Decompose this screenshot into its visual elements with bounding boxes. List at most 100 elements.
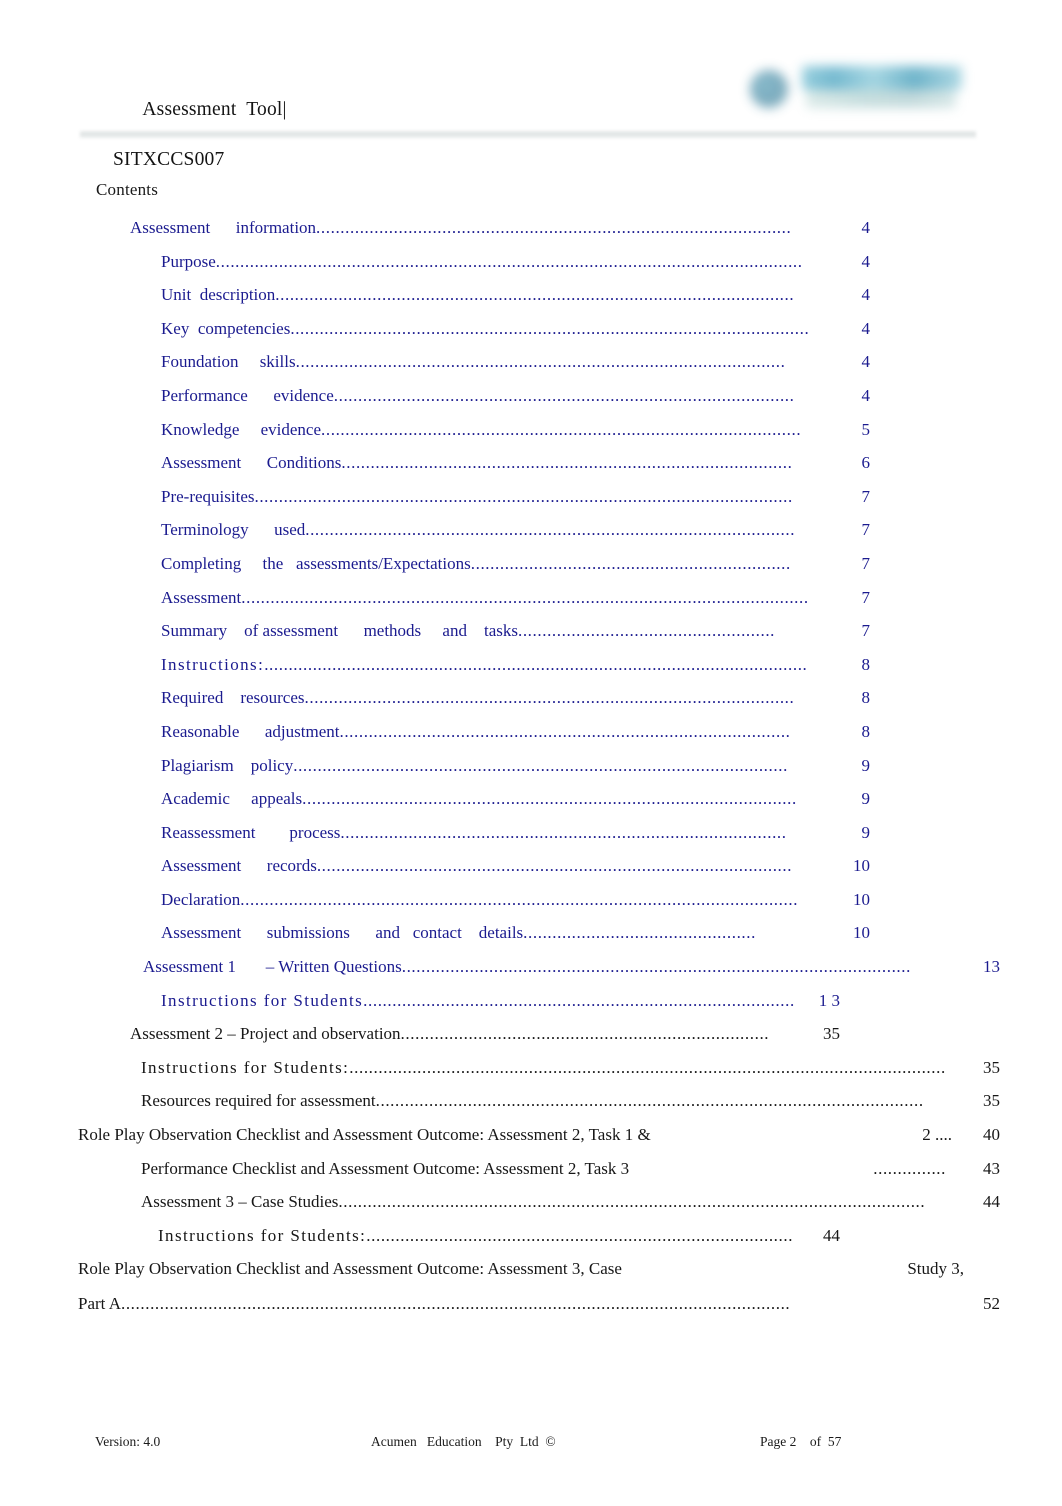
toc-entry-page-number: 35	[983, 1091, 1000, 1111]
table-of-contents: Assessment information..................…	[0, 218, 1062, 1328]
toc-leader-dots: ........................................…	[240, 889, 799, 909]
toc-entry-title: Assessment	[161, 587, 242, 607]
toc-entry[interactable]: Required resources......................…	[0, 688, 1062, 722]
toc-entry[interactable]: Assessment 3 – Case Studies.............…	[0, 1192, 1062, 1226]
toc-entry-title: Assessment 2 – Project and observation	[130, 1024, 401, 1044]
toc-entry-title: Purpose	[161, 251, 216, 271]
toc-entry[interactable]: Summary of assessment methods and tasks.…	[0, 621, 1062, 655]
toc-entry[interactable]: Assessment records......................…	[0, 856, 1062, 890]
toc-entry-page-number: 10	[853, 889, 870, 909]
toc-entry-title-cont: Part A	[78, 1294, 121, 1314]
toc-entry-page-number: 8	[861, 721, 871, 741]
toc-entry-title: Instructions for Students	[161, 990, 364, 1010]
toc-entry-page-number: 9	[861, 755, 871, 775]
toc-entry[interactable]: Role Play Observation Checklist and Asse…	[0, 1259, 1062, 1328]
toc-entry-page-number: 4	[861, 385, 871, 405]
toc-entry-page-number: 10	[853, 923, 870, 943]
footer-version: Version: 4.0	[95, 1434, 161, 1449]
toc-leader-dots: ........................................…	[341, 453, 793, 473]
toc-leader-dots: ........................................…	[375, 1091, 924, 1111]
toc-entry-title: Assessment Conditions	[161, 453, 342, 473]
toc-entry-title: Resources required for assessment	[141, 1091, 376, 1111]
toc-entry-title: Foundation skills	[161, 352, 296, 372]
toc-entry-page-number: 52	[983, 1294, 1000, 1314]
toc-entry[interactable]: Reassessment process....................…	[0, 823, 1062, 857]
toc-entry[interactable]: Purpose.................................…	[0, 252, 1062, 286]
toc-entry-page-number: 7	[861, 621, 871, 641]
toc-leader-dots: ........................................…	[264, 654, 808, 674]
toc-entry-title: Assessment information	[130, 218, 317, 237]
toc-entry-page-number: 10	[853, 856, 870, 876]
toc-entry-title: Summary of assessment methods and tasks	[161, 621, 518, 641]
toc-entry-title: Reassessment process	[161, 822, 341, 842]
document-header: Assessment Tool| SITXCCS007	[0, 0, 1062, 170]
toc-entry-title: Role Play Observation Checklist and Asse…	[78, 1259, 622, 1279]
toc-entry[interactable]: Performance Checklist and Assessment Out…	[0, 1159, 1062, 1193]
toc-leader-dots: ........................................…	[120, 1294, 791, 1314]
toc-entry-page-number: 13	[983, 957, 1000, 977]
toc-leader-dots: ........................................…	[321, 419, 802, 439]
toc-entry-title: Assessment submissions and contact detai…	[161, 923, 524, 943]
logo-mark-icon	[750, 70, 788, 108]
toc-entry-page-number: 40	[983, 1125, 1000, 1145]
toc-entry-page-number: 8	[861, 654, 871, 674]
header-title-line1: Assessment Tool|	[142, 99, 287, 120]
toc-leader-dots: ........................................…	[241, 587, 809, 607]
toc-entry-title: Reasonable adjustment	[161, 721, 340, 741]
toc-entry[interactable]: Pre-requisites..........................…	[0, 487, 1062, 521]
toc-entry[interactable]: Academic appeals........................…	[0, 789, 1062, 823]
toc-entry[interactable]: Foundation skills.......................…	[0, 352, 1062, 386]
toc-entry[interactable]: Instructions for Students:..............…	[0, 1058, 1062, 1092]
toc-leader-dots: ........................................…	[316, 218, 792, 237]
toc-entry-title: Academic appeals	[161, 789, 303, 809]
toc-entry[interactable]: Instructions for Students...............…	[0, 991, 1062, 1025]
toc-entry-page-number: 4	[861, 318, 871, 338]
toc-entry[interactable]: Assessment 2 – Project and observation..…	[0, 1024, 1062, 1058]
toc-entry[interactable]: Assessment submissions and contact detai…	[0, 923, 1062, 957]
toc-entry[interactable]: Assessment Conditions...................…	[0, 453, 1062, 487]
toc-entry[interactable]: Assessment..............................…	[0, 588, 1062, 622]
toc-entry-page-number: 43	[983, 1158, 1000, 1178]
toc-entry[interactable]: Assessment 1 – Written Questions........…	[0, 957, 1062, 991]
toc-entry[interactable]: Resources required for assessment.......…	[0, 1091, 1062, 1125]
toc-entry[interactable]: Performance evidence....................…	[0, 386, 1062, 420]
toc-entry[interactable]: Terminology used........................…	[0, 520, 1062, 554]
toc-entry-title: Performance evidence	[161, 385, 334, 405]
toc-entry[interactable]: Unit description........................…	[0, 285, 1062, 319]
toc-entry[interactable]: Reasonable adjustment...................…	[0, 722, 1062, 756]
company-logo-icon	[740, 60, 972, 118]
toc-entry[interactable]: Instructions:...........................…	[0, 655, 1062, 689]
toc-entry-title: Assessment 3 – Case Studies	[141, 1192, 339, 1212]
toc-leader-dots: ........................................…	[295, 352, 786, 372]
toc-leader-dots: ........................................…	[333, 385, 795, 405]
toc-entry[interactable]: Knowledge evidence......................…	[0, 420, 1062, 454]
toc-entry[interactable]: Key competencies........................…	[0, 319, 1062, 353]
toc-entry-page-number: 35	[983, 1057, 1000, 1077]
toc-entry[interactable]: Declaration.............................…	[0, 890, 1062, 924]
toc-entry-title: Instructions for Students:	[158, 1225, 367, 1245]
toc-leader-dots: ........................................…	[340, 822, 787, 842]
toc-entry[interactable]: Instructions for Students:..............…	[0, 1226, 1062, 1260]
footer-copyright: Acumen Education Pty Ltd ©	[371, 1434, 556, 1449]
toc-entry[interactable]: Assessment information..................…	[0, 218, 1062, 252]
document-footer: Version: 4.0 Acumen Education Pty Ltd © …	[0, 1434, 1062, 1464]
toc-leader-dots: ........................................…	[523, 923, 756, 943]
toc-entry-title: Terminology used	[161, 520, 306, 540]
toc-entry-page-number: 8	[861, 688, 871, 708]
toc-entry-tail: Study 3,	[907, 1259, 964, 1279]
contents-heading: Contents	[96, 180, 159, 199]
toc-entry-page-number: 44	[823, 1225, 840, 1245]
document-page: Assessment Tool| SITXCCS007 Contents Ass…	[0, 0, 1062, 1506]
toc-leader-dots: ........................................…	[304, 688, 795, 708]
toc-leader-dots: ........................................…	[470, 553, 791, 573]
toc-entry-page-number: 7	[861, 587, 871, 607]
toc-leader-dots: ........................................…	[366, 1225, 794, 1245]
toc-entry-page-number: 4	[861, 251, 871, 271]
toc-leader-dots: ........................................…	[339, 721, 791, 741]
toc-entry[interactable]: Completing the assessments/Expectations.…	[0, 554, 1062, 588]
toc-entry[interactable]: Role Play Observation Checklist and Asse…	[0, 1125, 1062, 1159]
toc-entry-title: Performance Checklist and Assessment Out…	[141, 1158, 630, 1178]
toc-entry-title: Assessment records	[161, 856, 317, 876]
toc-entry-title: Declaration	[161, 889, 241, 909]
toc-entry[interactable]: Plagiarism policy.......................…	[0, 756, 1062, 790]
